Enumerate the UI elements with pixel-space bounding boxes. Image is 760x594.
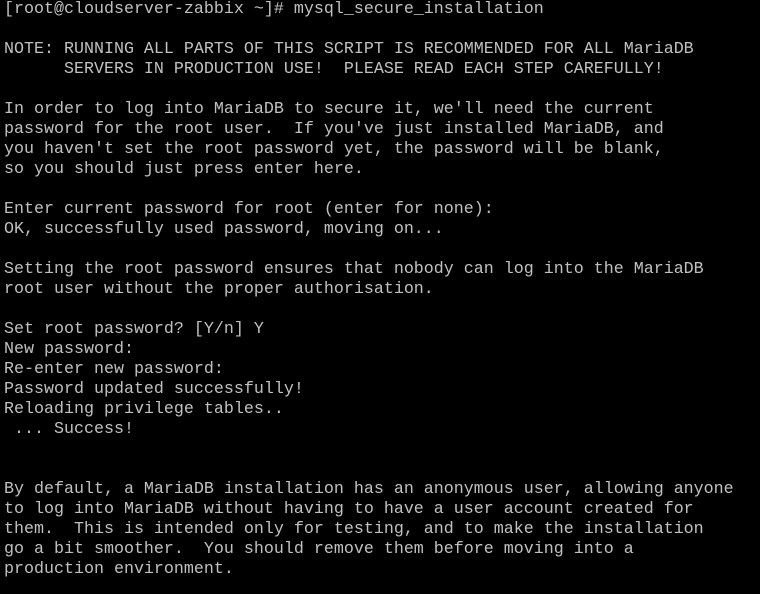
terminal-line: Setting the root password ensures that n… <box>4 260 704 279</box>
terminal-line: ... Success! <box>4 420 134 439</box>
terminal-line: Re-enter new password: <box>4 360 224 379</box>
terminal-line: In order to log into MariaDB to secure i… <box>4 100 654 119</box>
terminal-line: OK, successfully used password, moving o… <box>4 220 444 239</box>
terminal-line: to log into MariaDB without having to ha… <box>4 500 694 519</box>
prompt-line: [root@cloudserver-zabbix ~]# mysql_secur… <box>4 0 544 19</box>
terminal-line: New password: <box>4 340 134 359</box>
terminal-line: Set root password? [Y/n] Y <box>4 320 264 339</box>
terminal-line: so you should just press enter here. <box>4 160 364 179</box>
terminal-line: Reloading privilege tables.. <box>4 400 284 419</box>
terminal-line: production environment. <box>4 560 234 579</box>
terminal-line: root user without the proper authorisati… <box>4 280 434 299</box>
terminal-window[interactable]: [root@cloudserver-zabbix ~]# mysql_secur… <box>0 0 760 594</box>
terminal-line: go a bit smoother. You should remove the… <box>4 540 634 559</box>
terminal-line: By default, a MariaDB installation has a… <box>4 480 734 499</box>
terminal-line: Enter current password for root (enter f… <box>4 200 494 219</box>
terminal-line: password for the root user. If you've ju… <box>4 120 664 139</box>
terminal-line: Password updated successfully! <box>4 380 304 399</box>
terminal-line: NOTE: RUNNING ALL PARTS OF THIS SCRIPT I… <box>4 40 694 59</box>
terminal-line: SERVERS IN PRODUCTION USE! PLEASE READ E… <box>4 60 664 79</box>
terminal-line: you haven't set the root password yet, t… <box>4 140 664 159</box>
terminal-line: them. This is intended only for testing,… <box>4 520 704 539</box>
